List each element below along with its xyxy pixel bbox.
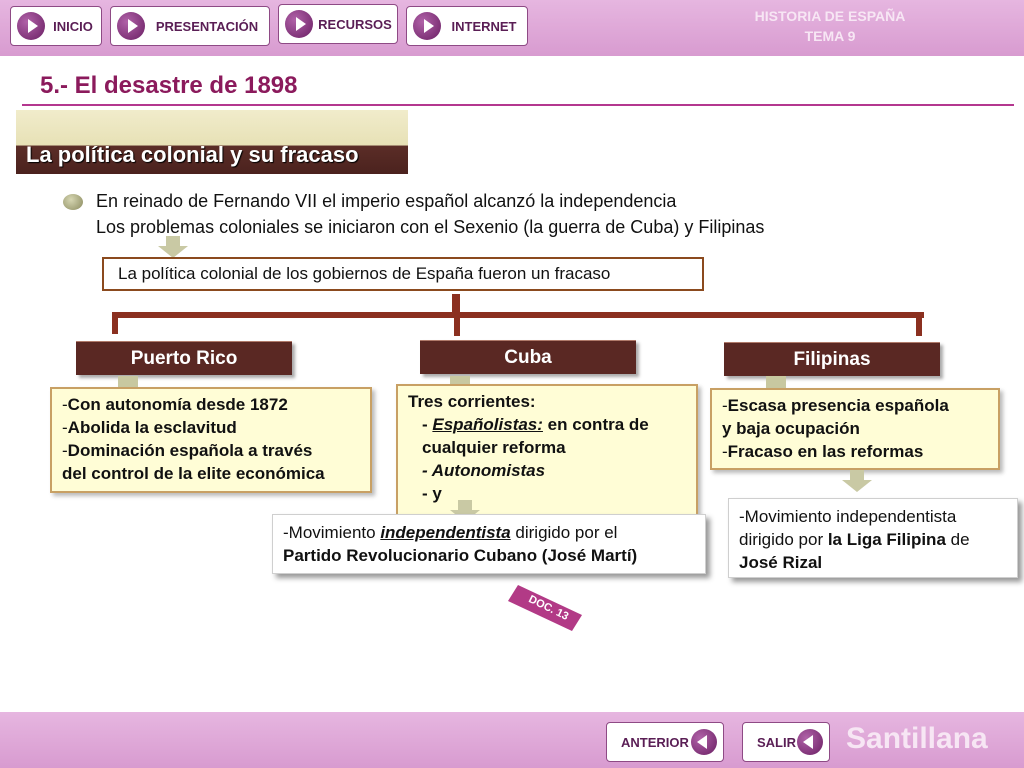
- publisher-logo: Santillana: [846, 722, 988, 755]
- summary-box: La política colonial de los gobiernos de…: [102, 257, 704, 291]
- nav-inicio-label: INICIO: [53, 18, 93, 34]
- play-arrow-icon: [413, 12, 441, 40]
- filipinas-item-1b: y baja ocupación: [722, 419, 860, 438]
- back-arrow-icon: [797, 729, 823, 755]
- filipinas-movement-line-3: José Rizal: [739, 553, 823, 572]
- play-arrow-icon: [285, 10, 313, 38]
- course-unit: TEMA 9: [804, 28, 856, 44]
- nav-presentacion-label: PRESENTACIÓN: [155, 18, 259, 34]
- down-arrow-icon: [842, 470, 872, 492]
- title-divider: [22, 104, 1014, 106]
- filipinas-movement-box: -Movimiento independentista dirigido por…: [728, 498, 1018, 578]
- nav-recursos-label: RECURSOS: [318, 16, 392, 32]
- previous-button[interactable]: ANTERIOR: [606, 722, 724, 762]
- branch-middle: [454, 312, 460, 336]
- doc-13-link[interactable]: DOC. 13: [500, 585, 590, 631]
- branch-line: [112, 312, 924, 318]
- nav-recursos-button[interactable]: RECURSOS: [278, 4, 398, 44]
- filipinas-header: Filipinas: [724, 342, 940, 376]
- cuba-heading: Tres corrientes:: [408, 392, 536, 411]
- doc-tag-shape: DOC. 13: [508, 585, 582, 631]
- puerto-rico-item-2: -Abolida la esclavitud: [62, 418, 237, 437]
- play-arrow-icon: [17, 12, 45, 40]
- branch-right: [916, 312, 922, 336]
- cuba-independence-line-2: Partido Revolucionario Cubano (José Mart…: [283, 546, 638, 565]
- nav-internet-button[interactable]: INTERNET: [406, 6, 528, 46]
- filipinas-movement-line-2: dirigido por la Liga Filipina de: [739, 530, 970, 549]
- nav-inicio-button[interactable]: INICIO: [10, 6, 102, 46]
- filipinas-item-2: -Fracaso en las reformas: [722, 442, 924, 461]
- filipinas-movement-line-1: -Movimiento independentista: [739, 507, 957, 526]
- bullet-icon: [63, 194, 83, 210]
- page-title: 5.- El desastre de 1898: [40, 72, 298, 99]
- puerto-rico-item-1: -Con autonomía desde 1872: [62, 395, 288, 414]
- course-title: HISTORIA DE ESPAÑA: [754, 8, 906, 24]
- puerto-rico-header: Puerto Rico: [76, 341, 292, 375]
- puerto-rico-item-3: -Dominación española a través: [62, 441, 313, 460]
- section-header: La política colonial y su fracaso: [16, 110, 408, 174]
- puerto-rico-item-3b: del control de la elite económica: [62, 464, 325, 483]
- nav-internet-label: INTERNET: [451, 18, 517, 34]
- filipinas-item-1: -Escasa presencia española: [722, 396, 949, 415]
- nav-presentacion-button[interactable]: PRESENTACIÓN: [110, 6, 270, 46]
- intro-line-2: Los problemas coloniales se iniciaron co…: [96, 217, 765, 237]
- exit-label: SALIR: [757, 734, 796, 750]
- back-arrow-icon: [691, 729, 717, 755]
- play-arrow-icon: [117, 12, 145, 40]
- down-arrow-icon: [158, 236, 188, 258]
- cuba-current-2: - Autonomistas: [422, 461, 546, 480]
- filipinas-box: -Escasa presencia española y baja ocupac…: [710, 388, 1000, 470]
- cuba-header: Cuba: [420, 340, 636, 374]
- exit-button[interactable]: SALIR: [742, 722, 830, 762]
- cuba-independence-line-1: -Movimiento independentista dirigido por…: [283, 523, 618, 542]
- previous-label: ANTERIOR: [621, 734, 689, 750]
- section-title: La política colonial y su fracaso: [26, 142, 359, 167]
- cuba-current-1: - Españolistas: en contra de cualquier r…: [422, 415, 649, 457]
- branch-left: [112, 312, 118, 334]
- intro-line-1: En reinado de Fernando VII el imperio es…: [96, 191, 677, 211]
- course-brand: HISTORIA DE ESPAÑA TEMA 9: [720, 6, 940, 46]
- cuba-independence-box: -Movimiento independentista dirigido por…: [272, 514, 706, 574]
- cuba-box: Tres corrientes: - Españolistas: en cont…: [396, 384, 698, 520]
- intro-text: En reinado de Fernando VII el imperio es…: [96, 188, 764, 240]
- puerto-rico-box: -Con autonomía desde 1872 -Abolida la es…: [50, 387, 372, 493]
